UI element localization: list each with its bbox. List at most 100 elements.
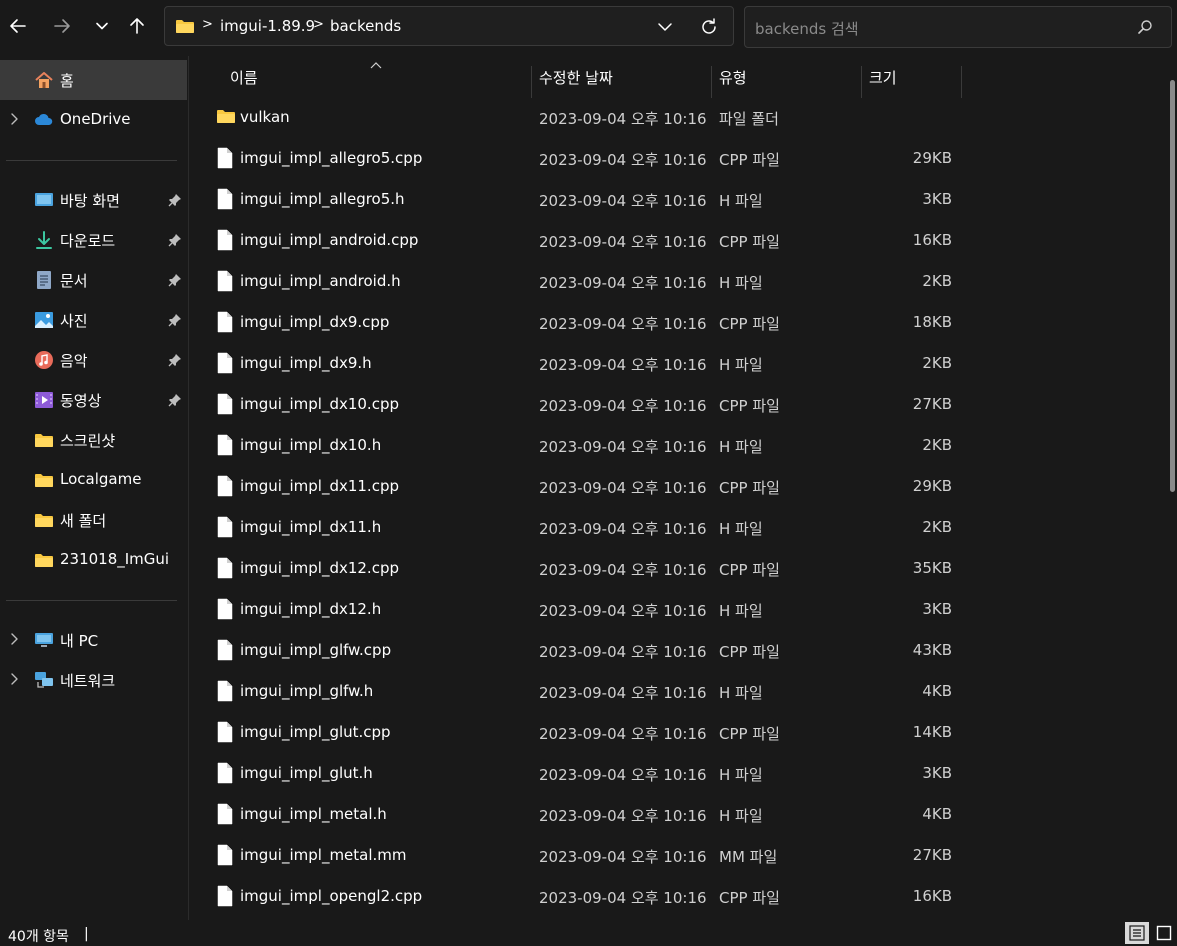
file-row[interactable]: imgui_impl_allegro5.h 2023-09-04 오후 10:16…	[190, 179, 1160, 220]
file-size: 27KB	[912, 846, 952, 864]
sidebar-item-network[interactable]: 네트워크	[0, 660, 187, 700]
sidebar-item-this-pc[interactable]: 내 PC	[0, 620, 187, 660]
sidebar-item-new-folder[interactable]: 새 폴더	[0, 500, 187, 540]
sidebar-item-pictures[interactable]: 사진	[0, 300, 187, 340]
file-icon	[216, 557, 234, 583]
file-row[interactable]: imgui_impl_dx11.cpp 2023-09-04 오후 10:16 CP…	[190, 466, 1160, 507]
sidebar-item-imgui-folder[interactable]: 231018_ImGui	[0, 540, 187, 580]
divider	[6, 160, 177, 161]
file-row[interactable]: imgui_impl_metal.h 2023-09-04 오후 10:16 H 파…	[190, 794, 1160, 835]
file-row[interactable]: imgui_impl_dx12.cpp 2023-09-04 오후 10:16 CP…	[190, 548, 1160, 589]
file-date: 2023-09-04 오후 10:16	[539, 684, 707, 702]
forward-button[interactable]	[46, 8, 78, 44]
sidebar-item-downloads[interactable]: 다운로드	[0, 220, 187, 260]
vertical-scrollbar[interactable]	[1170, 80, 1175, 492]
file-size: 3KB	[922, 764, 952, 782]
file-row[interactable]: imgui_impl_metal.mm 2023-09-04 오후 10:16 MM…	[190, 835, 1160, 876]
video-icon	[35, 392, 53, 408]
sidebar-item-screenshots[interactable]: 스크린샷	[0, 420, 187, 460]
sidebar-item-localgame[interactable]: Localgame	[0, 460, 187, 500]
column-header-date[interactable]: 수정한 날짜	[539, 67, 613, 88]
breadcrumb-backends[interactable]: backends	[330, 17, 401, 35]
file-name: imgui_impl_opengl2.cpp	[240, 887, 423, 905]
item-count: 40개 항목	[8, 929, 69, 945]
file-row[interactable]: imgui_impl_allegro5.cpp 2023-09-04 오후 10:…	[190, 138, 1160, 179]
pin-icon[interactable]	[168, 353, 182, 367]
file-date: 2023-09-04 오후 10:16	[539, 192, 707, 210]
search-input[interactable]: backends 검색	[755, 18, 859, 39]
folder-row[interactable]: vulkan 2023-09-04 오후 10:16 파일 폴더	[190, 97, 1160, 138]
recent-locations-button[interactable]	[86, 8, 118, 44]
chevron-right-icon[interactable]	[8, 632, 20, 646]
pin-icon[interactable]	[168, 233, 182, 247]
refresh-icon[interactable]	[698, 16, 720, 38]
column-divider[interactable]	[711, 66, 712, 98]
file-row[interactable]: imgui_impl_dx10.cpp 2023-09-04 오후 10:16 CP…	[190, 384, 1160, 425]
file-row[interactable]: imgui_impl_glut.h 2023-09-04 오후 10:16 H 파일…	[190, 753, 1160, 794]
file-row[interactable]: imgui_impl_glfw.h 2023-09-04 오후 10:16 H 파일…	[190, 671, 1160, 712]
file-size: 27KB	[912, 395, 952, 413]
file-row[interactable]: imgui_impl_android.cpp 2023-09-04 오후 10:1…	[190, 220, 1160, 261]
file-size: 3KB	[922, 600, 952, 618]
file-row[interactable]: imgui_impl_dx11.h 2023-09-04 오후 10:16 H 파일…	[190, 507, 1160, 548]
file-icon	[216, 680, 234, 706]
sidebar-item-label: 사진	[60, 312, 88, 330]
sidebar-item-documents[interactable]: 문서	[0, 260, 187, 300]
pin-icon[interactable]	[168, 193, 182, 207]
file-icon	[216, 803, 234, 829]
details-view-button[interactable]	[1125, 922, 1149, 944]
file-size: 29KB	[912, 477, 952, 495]
column-header-type[interactable]: 유형	[719, 67, 747, 88]
file-row[interactable]: imgui_impl_opengl2.cpp 2023-09-04 오후 10:1…	[190, 876, 1160, 917]
sidebar-item-onedrive[interactable]: OneDrive	[0, 100, 187, 140]
back-button[interactable]	[2, 8, 34, 44]
column-divider[interactable]	[531, 66, 532, 98]
file-type: H 파일	[719, 807, 763, 825]
sidebar-item-label: 네트워크	[60, 672, 116, 690]
sidebar-item-music[interactable]: 음악	[0, 340, 187, 380]
pin-icon[interactable]	[168, 313, 182, 327]
file-row[interactable]: imgui_impl_dx9.cpp 2023-09-04 오후 10:16 CPP…	[190, 302, 1160, 343]
column-divider[interactable]	[961, 66, 962, 98]
sort-ascending-icon	[370, 62, 382, 69]
file-name: imgui_impl_allegro5.cpp	[240, 149, 423, 167]
chevron-right-icon[interactable]	[8, 112, 20, 126]
file-date: 2023-09-04 오후 10:16	[539, 766, 707, 784]
file-row[interactable]: imgui_impl_android.h 2023-09-04 오후 10:16 H…	[190, 261, 1160, 302]
file-icon	[216, 434, 234, 460]
pin-icon[interactable]	[168, 273, 182, 287]
file-row[interactable]: imgui_impl_dx12.h 2023-09-04 오후 10:16 H 파일…	[190, 589, 1160, 630]
arrow-left-icon	[10, 19, 26, 33]
file-name: imgui_impl_dx11.h	[240, 518, 382, 536]
file-row[interactable]: imgui_impl_dx10.h 2023-09-04 오후 10:16 H 파일…	[190, 425, 1160, 466]
sidebar-item-label: OneDrive	[60, 110, 131, 128]
pin-icon[interactable]	[168, 393, 182, 407]
file-icon	[216, 147, 234, 173]
search-box[interactable]: backends 검색	[744, 6, 1172, 48]
sidebar-item-videos[interactable]: 동영상	[0, 380, 187, 420]
search-icon[interactable]	[1137, 19, 1153, 35]
up-button[interactable]	[121, 8, 153, 44]
address-bar[interactable]: > imgui-1.89.9 > backends	[164, 6, 734, 46]
breadcrumb-imgui[interactable]: imgui-1.89.9	[220, 17, 315, 35]
large-icons-view-button[interactable]	[1152, 922, 1176, 944]
chevron-right-icon[interactable]	[8, 672, 20, 686]
sidebar-item-desktop[interactable]: 바탕 화면	[0, 180, 187, 220]
column-divider[interactable]	[861, 66, 862, 98]
file-icon	[216, 352, 234, 378]
file-size: 43KB	[912, 641, 952, 659]
file-name: imgui_impl_android.cpp	[240, 231, 419, 249]
file-row[interactable]: imgui_impl_glut.cpp 2023-09-04 오후 10:16 CP…	[190, 712, 1160, 753]
file-row[interactable]: imgui_impl_glfw.cpp 2023-09-04 오후 10:16 CP…	[190, 630, 1160, 671]
chevron-down-icon[interactable]	[656, 18, 674, 36]
file-size: 4KB	[922, 805, 952, 823]
breadcrumb-separator: >	[313, 17, 324, 32]
column-header-name[interactable]: 이름	[230, 67, 258, 88]
file-name: imgui_impl_glfw.h	[240, 682, 374, 700]
column-header-size[interactable]: 크기	[869, 67, 897, 88]
file-size: 2KB	[922, 272, 952, 290]
file-name: imgui_impl_dx12.h	[240, 600, 382, 618]
file-size: 14KB	[912, 723, 952, 741]
sidebar-item-home[interactable]: 홈	[0, 60, 187, 100]
file-row[interactable]: imgui_impl_dx9.h 2023-09-04 오후 10:16 H 파일 2…	[190, 343, 1160, 384]
